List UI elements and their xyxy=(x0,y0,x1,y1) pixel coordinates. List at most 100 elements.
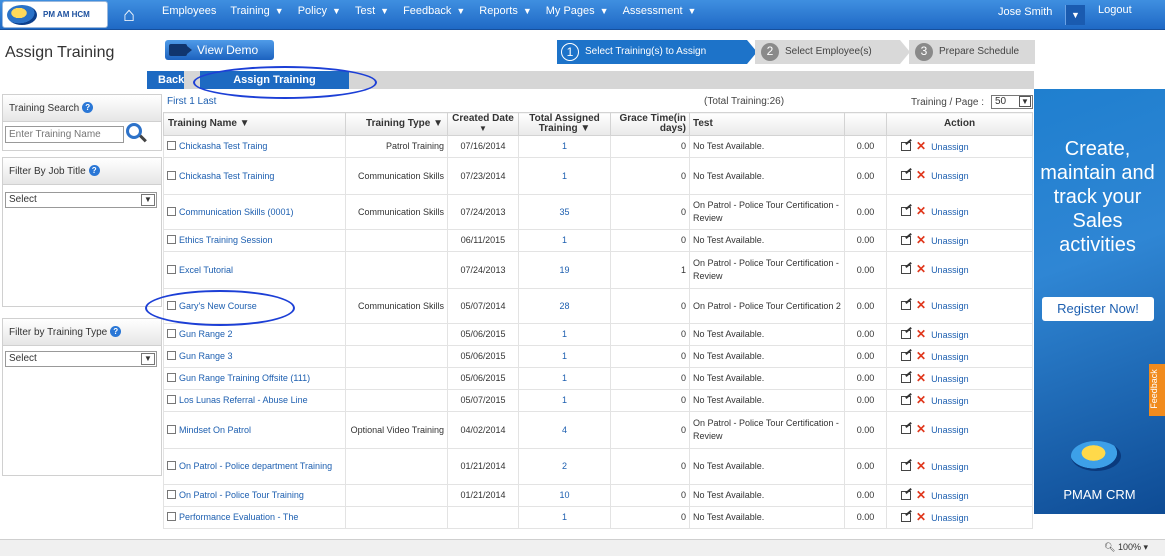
row-checkbox[interactable] xyxy=(167,512,176,521)
total-assigned-cell[interactable]: 2 xyxy=(518,448,611,485)
edit-icon[interactable] xyxy=(901,512,911,522)
training-name-cell[interactable]: On Patrol - Police Tour Training xyxy=(163,484,346,507)
brand-logo[interactable]: PM AM HCM xyxy=(2,1,108,28)
total-assigned-cell[interactable]: 1 xyxy=(518,389,611,412)
training-name-cell[interactable]: Chickasha Test Training xyxy=(163,157,346,195)
nav-item-policy[interactable]: Policy ▼ xyxy=(298,0,348,30)
total-assigned-cell[interactable]: 19 xyxy=(518,251,611,289)
row-checkbox[interactable] xyxy=(167,235,176,244)
table-row[interactable]: Chickasha Test Traing Patrol Training 07/1… xyxy=(163,135,1033,158)
training-name-cell[interactable]: On Patrol - Police department Training xyxy=(163,448,346,485)
delete-icon[interactable]: ✕ xyxy=(916,139,926,153)
wizard-step-1[interactable]: 1 Select Training(s) to Assign xyxy=(557,40,757,64)
nav-item-assessment[interactable]: Assessment ▼ xyxy=(623,0,704,30)
tab-back[interactable]: Back xyxy=(147,71,184,89)
table-row[interactable]: On Patrol - Police department Training 01… xyxy=(163,448,1033,485)
nav-item-feedback[interactable]: Feedback ▼ xyxy=(403,0,472,30)
nav-item-reports[interactable]: Reports ▼ xyxy=(479,0,538,30)
table-row[interactable]: Ethics Training Session 06/11/2015 1 0 No Te… xyxy=(163,229,1033,252)
delete-icon[interactable]: ✕ xyxy=(916,459,926,473)
training-name-link[interactable]: Performance Evaluation - The xyxy=(179,512,298,522)
total-assigned-cell[interactable]: 10 xyxy=(518,484,611,507)
unassign-link[interactable]: Unassign xyxy=(931,491,969,501)
unassign-link[interactable]: Unassign xyxy=(931,142,969,152)
row-checkbox[interactable] xyxy=(167,170,176,180)
edit-icon[interactable] xyxy=(901,207,911,216)
row-checkbox[interactable] xyxy=(167,206,176,216)
training-name-link[interactable]: Gun Range 3 xyxy=(179,351,233,361)
col-training-type[interactable]: Training Type ▼ xyxy=(345,112,448,136)
total-assigned-cell[interactable]: 1 xyxy=(518,157,611,195)
total-assigned-cell[interactable]: 1 xyxy=(518,345,611,368)
per-page-select[interactable]: 50 ▼ xyxy=(991,95,1033,109)
user-name[interactable]: Jose Smith xyxy=(998,6,1052,18)
unassign-link[interactable]: Unassign xyxy=(931,374,969,384)
table-row[interactable]: Gun Range 2 05/06/2015 1 0 No Test Available… xyxy=(163,323,1033,346)
col-total-assigned[interactable]: Total Assigned Training ▼ xyxy=(518,112,611,136)
training-name-link[interactable]: On Patrol - Police department Training xyxy=(179,461,332,471)
unassign-link[interactable]: Unassign xyxy=(931,171,969,181)
row-checkbox[interactable] xyxy=(167,395,176,404)
training-name-link[interactable]: Excel Tutorial xyxy=(179,265,233,275)
training-name-cell[interactable]: Performance Evaluation - The xyxy=(163,506,346,529)
training-name-cell[interactable]: Gun Range 2 xyxy=(163,323,346,346)
edit-icon[interactable] xyxy=(901,351,911,361)
help-icon[interactable]: ? xyxy=(82,102,94,113)
training-name-cell[interactable]: Gun Range Training Offsite (111) xyxy=(163,367,346,390)
row-checkbox[interactable] xyxy=(167,461,176,470)
unassign-link[interactable]: Unassign xyxy=(931,301,969,311)
total-assigned-cell[interactable]: 1 xyxy=(518,506,611,529)
row-checkbox[interactable] xyxy=(167,329,176,338)
table-row[interactable]: Chickasha Test Training Communication Ski… xyxy=(163,157,1033,195)
table-row[interactable]: Performance Evaluation - The 1 0 No Test Av… xyxy=(163,506,1033,529)
view-demo-button[interactable]: View Demo xyxy=(165,40,274,60)
help-icon[interactable]: ? xyxy=(88,165,100,176)
delete-icon[interactable]: ✕ xyxy=(916,233,926,247)
row-checkbox[interactable] xyxy=(167,264,176,274)
wizard-step-3[interactable]: 3 Prepare Schedule xyxy=(909,40,1035,64)
edit-icon[interactable] xyxy=(901,395,911,405)
help-icon[interactable]: ? xyxy=(110,326,122,337)
training-name-cell[interactable]: Chickasha Test Traing xyxy=(163,135,346,158)
table-row[interactable]: Mindset On Patrol Optional Video Training… xyxy=(163,411,1033,449)
total-assigned-cell[interactable]: 4 xyxy=(518,411,611,449)
training-search-input[interactable] xyxy=(5,126,124,143)
unassign-link[interactable]: Unassign xyxy=(931,352,969,362)
row-checkbox[interactable] xyxy=(167,141,176,150)
total-assigned-cell[interactable]: 1 xyxy=(518,367,611,390)
row-checkbox[interactable] xyxy=(167,373,176,382)
delete-icon[interactable]: ✕ xyxy=(916,168,926,182)
edit-icon[interactable] xyxy=(901,373,911,383)
total-assigned-cell[interactable]: 1 xyxy=(518,135,611,158)
delete-icon[interactable]: ✕ xyxy=(916,349,926,363)
delete-icon[interactable]: ✕ xyxy=(916,422,926,436)
table-row[interactable]: Gun Range 3 05/06/2015 1 0 No Test Available… xyxy=(163,345,1033,368)
table-row[interactable]: Communication Skills (0001) Communication… xyxy=(163,194,1033,230)
training-name-link[interactable]: Communication Skills (0001) xyxy=(179,207,294,217)
edit-icon[interactable] xyxy=(901,461,911,471)
delete-icon[interactable]: ✕ xyxy=(916,204,926,218)
edit-icon[interactable] xyxy=(901,141,911,151)
pager[interactable]: First 1 Last xyxy=(167,96,216,107)
home-icon[interactable]: ⌂ xyxy=(116,3,142,27)
logout-link[interactable]: Logout xyxy=(1098,4,1132,16)
edit-icon[interactable] xyxy=(901,235,911,245)
delete-icon[interactable]: ✕ xyxy=(916,298,926,312)
unassign-link[interactable]: Unassign xyxy=(931,265,969,275)
nav-item-training[interactable]: Training ▼ xyxy=(230,0,290,30)
training-name-cell[interactable]: Los Lunas Referral - Abuse Line xyxy=(163,389,346,412)
job-title-select[interactable]: Select ▼ xyxy=(5,192,157,208)
crm-advertisement[interactable]: Create, maintain and track your Sales ac… xyxy=(1034,89,1165,514)
training-name-link[interactable]: Los Lunas Referral - Abuse Line xyxy=(179,395,308,405)
nav-item-test[interactable]: Test ▼ xyxy=(355,0,396,30)
training-name-link[interactable]: Gun Range Training Offsite (111) xyxy=(179,373,310,383)
table-row[interactable]: Excel Tutorial 07/24/2013 19 1 On Patrol - P… xyxy=(163,251,1033,289)
delete-icon[interactable]: ✕ xyxy=(916,393,926,407)
feedback-tab[interactable]: Feedback xyxy=(1149,364,1165,416)
training-name-link[interactable]: On Patrol - Police Tour Training xyxy=(179,490,304,500)
delete-icon[interactable]: ✕ xyxy=(916,262,926,276)
row-checkbox[interactable] xyxy=(167,351,176,360)
total-assigned-cell[interactable]: 28 xyxy=(518,288,611,324)
training-name-cell[interactable]: Ethics Training Session xyxy=(163,229,346,252)
col-training-name[interactable]: Training Name ▼ xyxy=(163,112,346,136)
